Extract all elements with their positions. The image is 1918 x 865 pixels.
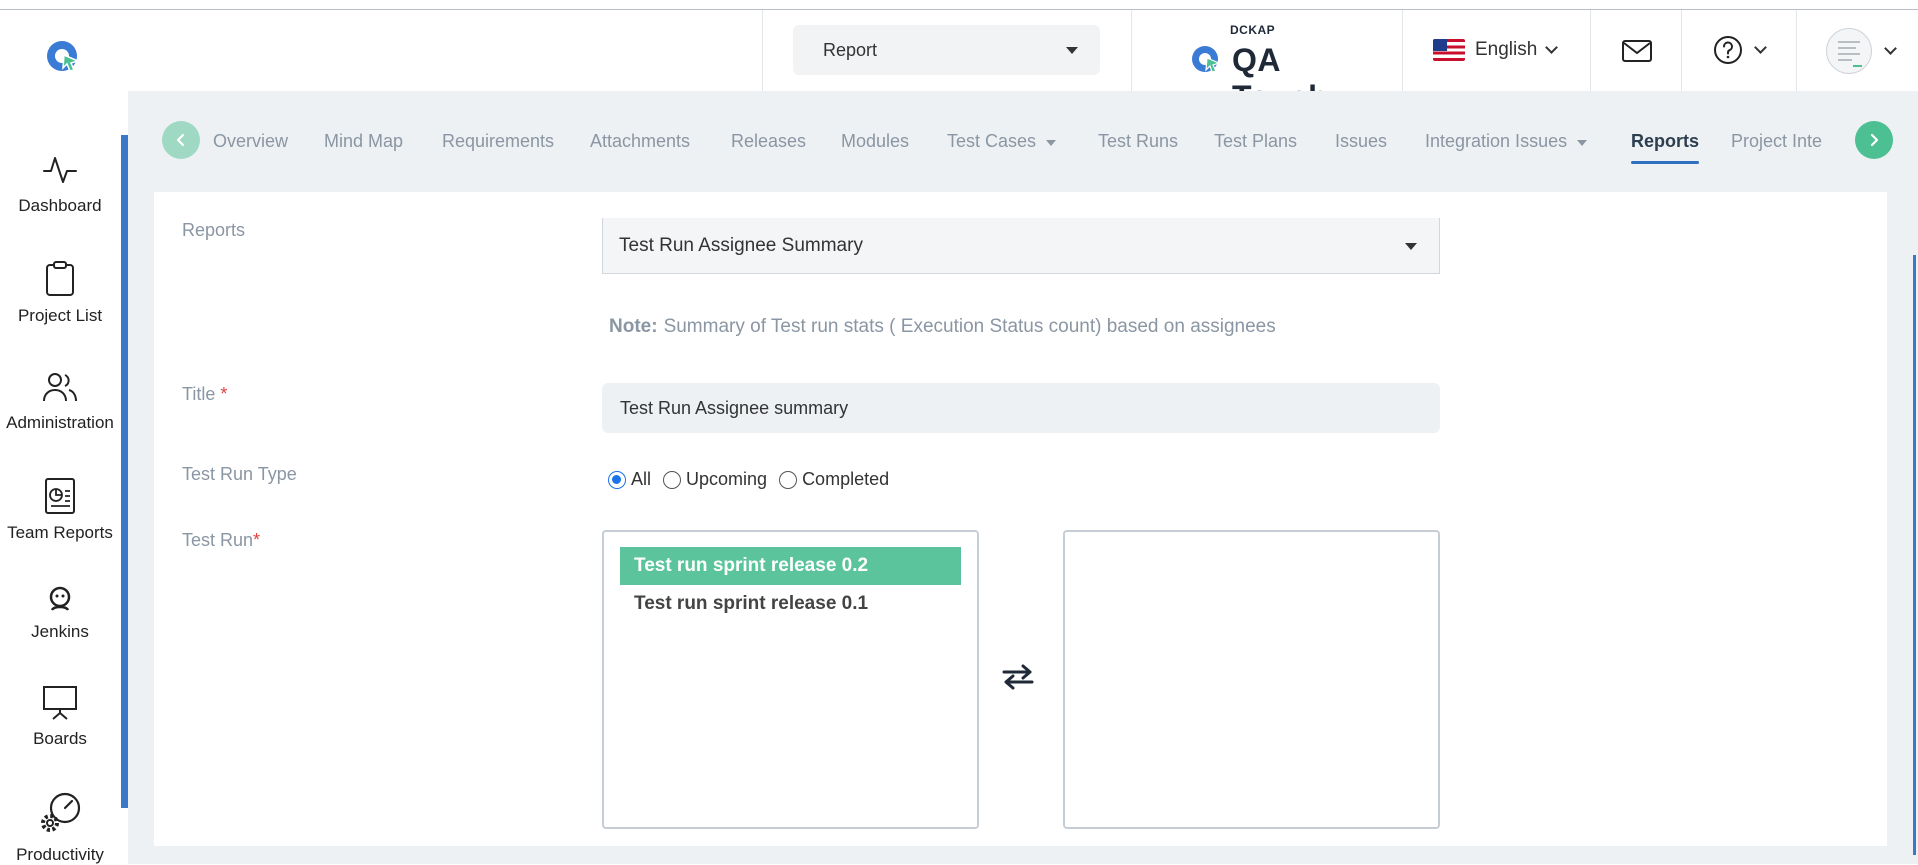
sidebar-item-team-reports[interactable]: Team Reports — [0, 477, 120, 543]
caret-down-icon — [1577, 139, 1588, 146]
us-flag-icon — [1433, 39, 1465, 61]
productivity-gauge-icon — [41, 792, 81, 832]
project-tabs: Overview Mind Map Requirements Attachmen… — [128, 91, 1918, 191]
avatar — [1826, 28, 1872, 74]
header-divider — [1796, 10, 1797, 91]
brand-small-text: DCKAP — [1230, 23, 1276, 37]
users-icon — [43, 373, 77, 402]
caret-down-icon — [1066, 47, 1078, 54]
header-divider — [1681, 10, 1682, 91]
sidebar-item-project-list[interactable]: Project List — [0, 260, 120, 326]
qatouch-logo-icon[interactable] — [44, 36, 84, 76]
header-divider — [1590, 10, 1591, 91]
tab-test-plans[interactable]: Test Plans — [1214, 131, 1297, 152]
window-top-border — [0, 0, 1918, 10]
sidebar-scroll-indicator — [121, 135, 128, 808]
brand-logo: DCKAP QA Touch — [1190, 22, 1380, 115]
project-select-area: Report — [762, 10, 1132, 91]
report-note: Note: Summary of Test run stats ( Executi… — [609, 316, 1276, 338]
tabs-scroll-right-button[interactable] — [1855, 121, 1893, 159]
tab-mind-map[interactable]: Mind Map — [324, 131, 403, 152]
language-label: English — [1475, 39, 1538, 60]
report-icon — [45, 478, 75, 514]
selected-test-runs-list[interactable] — [1063, 530, 1440, 829]
tab-overview[interactable]: Overview — [213, 131, 288, 152]
radio-upcoming[interactable]: Upcoming — [663, 469, 767, 490]
title-label: Title * — [182, 384, 228, 404]
sidebar-item-label: Team Reports — [7, 523, 113, 542]
note-text: Summary of Test run stats ( Execution St… — [663, 316, 1276, 337]
radio-completed[interactable]: Completed — [779, 469, 889, 490]
transfer-arrows-icon[interactable] — [1000, 662, 1036, 692]
test-run-type-radios: All Upcoming Completed — [608, 469, 901, 490]
sidebar-item-boards[interactable]: Boards — [0, 683, 120, 749]
tab-reports[interactable]: Reports — [1631, 131, 1700, 164]
tab-requirements[interactable]: Requirements — [442, 131, 554, 152]
sidebar-item-label: Project List — [17, 306, 103, 325]
sidebar-item-label: Jenkins — [31, 622, 89, 641]
chevron-right-icon — [1870, 133, 1879, 147]
sidebar-item-jenkins[interactable]: Jenkins — [0, 584, 120, 642]
note-label: Note: — [609, 316, 658, 337]
report-form-panel: Reports Test Run Assignee Summary Note: S… — [154, 192, 1887, 846]
project-select-value: Report — [823, 40, 878, 60]
tab-issues[interactable]: Issues — [1335, 131, 1387, 152]
radio-all[interactable]: All — [608, 469, 651, 490]
tabs-scroll-left-button[interactable] — [162, 121, 200, 159]
tab-test-cases[interactable]: Test Cases — [947, 131, 1057, 152]
tab-integration-issues[interactable]: Integration Issues — [1425, 131, 1588, 152]
list-item[interactable]: Test run sprint release 0.2 — [620, 547, 961, 585]
report-type-value: Test Run Assignee Summary — [619, 235, 863, 256]
app-header: Report DCKAP QA Touch English — [0, 10, 1918, 115]
sidebar-item-productivity[interactable]: Productivity — [0, 791, 120, 865]
test-run-type-label: Test Run Type — [182, 464, 297, 484]
mail-icon[interactable] — [1621, 35, 1653, 67]
chevron-down-icon — [1884, 42, 1897, 55]
user-menu[interactable] — [1826, 28, 1897, 74]
help-menu[interactable] — [1712, 34, 1767, 66]
required-mark: * — [220, 384, 228, 404]
language-selector[interactable]: English — [1433, 37, 1559, 63]
help-icon — [1714, 36, 1742, 64]
sidebar-item-label: Productivity — [16, 845, 104, 864]
available-test-runs-list[interactable]: Test run sprint release 0.2 Test run spr… — [602, 530, 979, 829]
list-item[interactable]: Test run sprint release 0.1 — [620, 585, 961, 623]
header-divider — [1402, 10, 1403, 91]
radio-button[interactable] — [663, 470, 682, 489]
chevron-left-icon — [176, 133, 185, 147]
title-input[interactable] — [602, 383, 1440, 433]
tab-test-runs[interactable]: Test Runs — [1098, 131, 1178, 152]
sidebar-item-label: Dashboard — [18, 196, 102, 215]
clipboard-icon — [46, 261, 74, 296]
caret-down-icon — [1046, 139, 1057, 146]
jenkins-icon — [49, 586, 71, 611]
test-run-label: Test Run* — [182, 530, 261, 550]
sidebar-item-label: Boards — [33, 729, 87, 748]
sidebar-item-dashboard[interactable]: Dashboard — [0, 152, 120, 216]
required-mark: * — [253, 530, 261, 550]
chevron-down-icon — [1545, 41, 1559, 54]
tab-attachments[interactable]: Attachments — [590, 131, 690, 152]
page-scrollbar[interactable] — [1913, 255, 1916, 855]
radio-button-checked[interactable] — [608, 470, 626, 489]
project-select[interactable]: Report — [793, 25, 1100, 75]
sidebar: Dashboard Project List Administration Te… — [0, 91, 128, 864]
caret-down-icon — [1405, 243, 1417, 250]
tab-project-integrations[interactable]: Project Inte — [1731, 131, 1822, 152]
chevron-down-icon — [1754, 41, 1767, 54]
sidebar-item-label: Administration — [6, 413, 114, 432]
tab-releases[interactable]: Releases — [731, 131, 806, 152]
report-type-select[interactable]: Test Run Assignee Summary — [602, 218, 1440, 274]
reports-label: Reports — [182, 220, 246, 240]
presentation-board-icon — [43, 686, 77, 720]
sidebar-item-administration[interactable]: Administration — [0, 369, 120, 433]
tab-modules[interactable]: Modules — [841, 131, 909, 152]
radio-button[interactable] — [779, 470, 798, 489]
brand-icon — [1192, 46, 1221, 73]
activity-icon — [43, 157, 77, 183]
